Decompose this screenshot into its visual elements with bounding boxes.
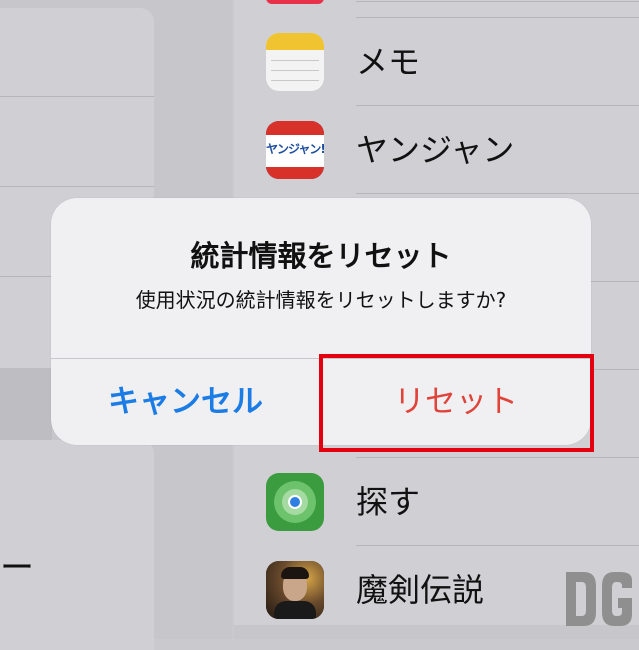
list-item-find-my[interactable]: 探す xyxy=(234,458,639,546)
yanjan-icon: ヤンジャン! xyxy=(266,121,324,179)
selected-row-highlight xyxy=(0,368,52,444)
app-name: 探す xyxy=(356,483,421,521)
app-name: メモ xyxy=(356,43,421,81)
row-separator xyxy=(356,1,639,2)
yanjan-icon-text: ヤンジャン! xyxy=(266,142,324,156)
settings-group-bottom xyxy=(0,440,154,650)
alert-message: 使用状況の統計情報をリセットしますか? xyxy=(135,288,507,312)
game-icon xyxy=(266,561,324,619)
alert-title: 統計情報をリセット xyxy=(190,239,452,273)
notes-icon xyxy=(266,33,324,91)
reset-button-highlight xyxy=(319,354,594,452)
partial-row-label: ー xyxy=(0,548,34,588)
list-item-notes[interactable]: メモ xyxy=(234,18,639,106)
row-separator xyxy=(0,96,154,97)
list-item-yanjan[interactable]: ヤンジャン! ヤンジャン xyxy=(234,106,639,194)
cancel-button[interactable]: キャンセル xyxy=(51,359,320,445)
row-separator xyxy=(0,186,154,187)
app-name: 魔剣伝説 xyxy=(356,571,485,609)
partial-app-icon xyxy=(266,0,324,4)
find-my-icon xyxy=(266,473,324,531)
watermark-logo xyxy=(566,572,632,626)
app-name: ヤンジャン xyxy=(356,131,515,169)
